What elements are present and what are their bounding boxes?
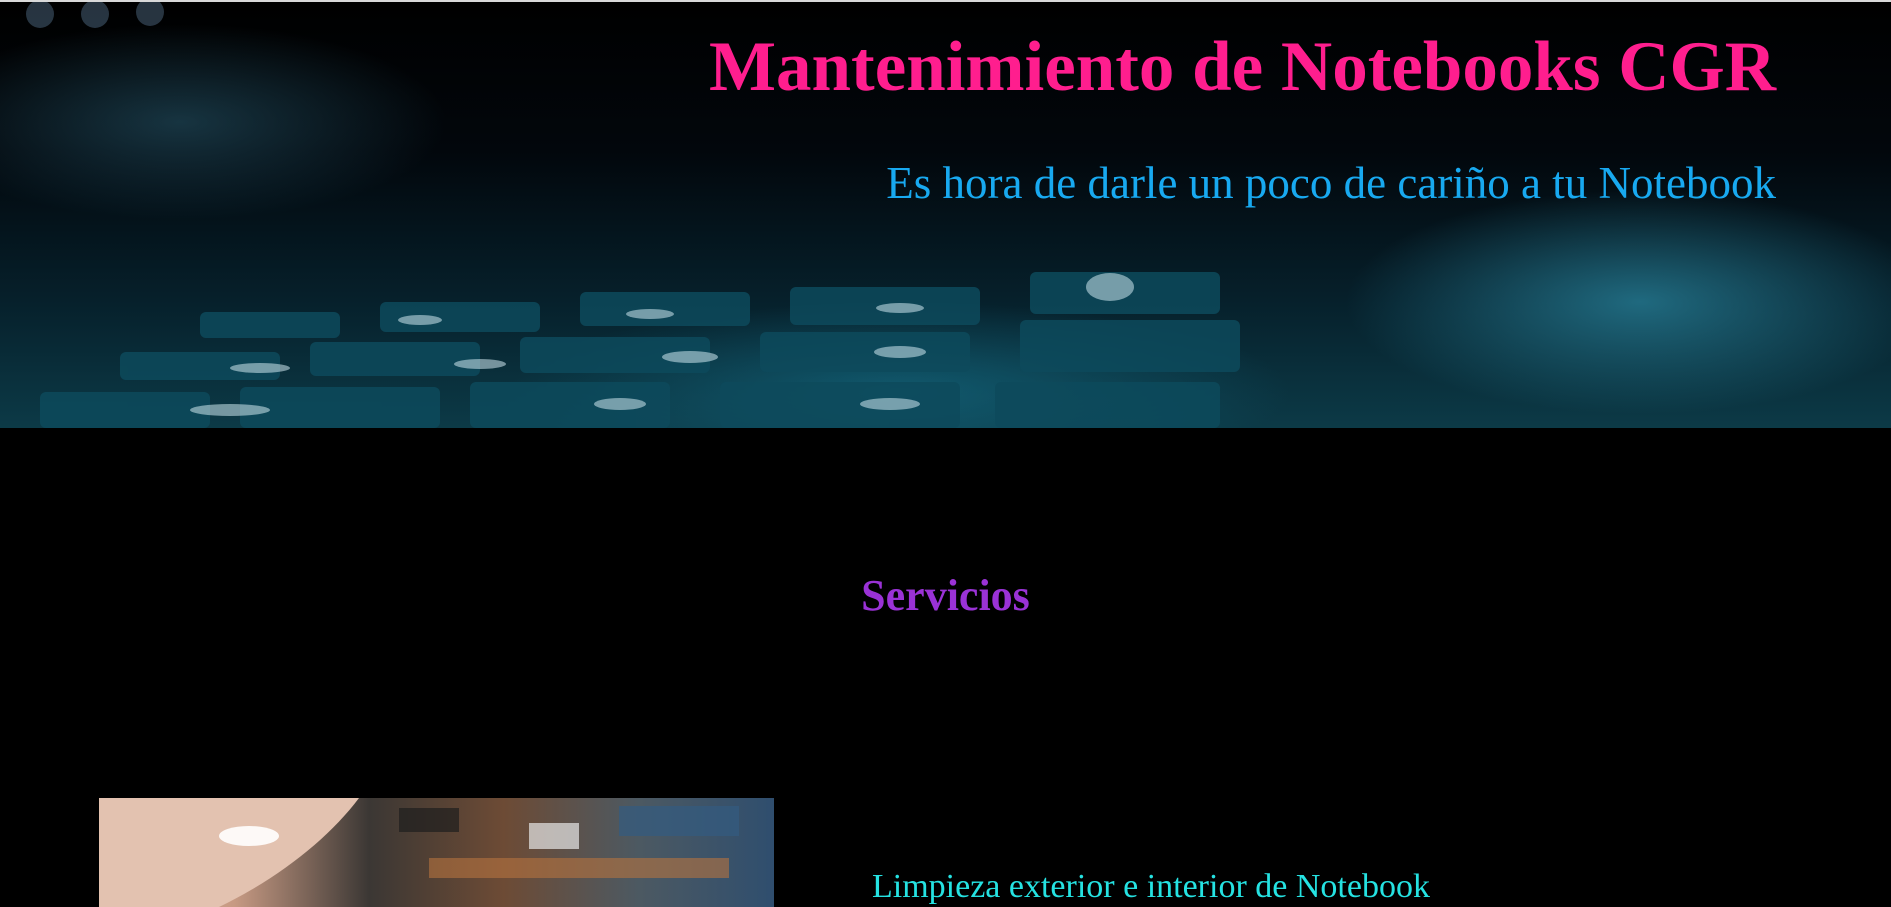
service-image-cleaning	[99, 798, 774, 907]
services-heading: Servicios	[861, 571, 1030, 620]
page-title: Mantenimiento de Notebooks CGR	[709, 28, 1776, 106]
service-label-cleaning: Limpieza exterior e interior de Notebook	[872, 868, 1430, 905]
hero-banner: Mantenimiento de Notebooks CGR Es hora d…	[0, 2, 1891, 428]
page-subtitle: Es hora de darle un poco de cariño a tu …	[886, 158, 1776, 208]
notebook-cleaning-photo	[99, 798, 739, 907]
